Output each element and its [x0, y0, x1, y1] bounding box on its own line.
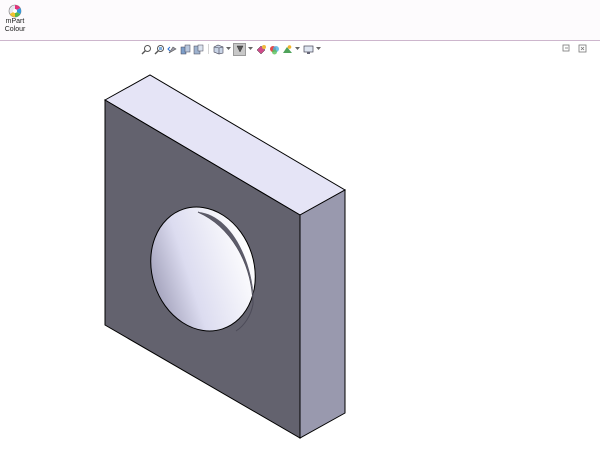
restore-window-icon[interactable]	[562, 44, 571, 53]
hide-show-items-icon[interactable]	[255, 43, 267, 55]
zoom-to-area-icon[interactable]	[153, 43, 165, 55]
mpart-colour-button[interactable]: mPart Colour	[2, 2, 28, 38]
mpart-label-line1: mPart	[5, 18, 25, 25]
dynamic-annotation-views-icon[interactable]	[192, 43, 204, 55]
chevron-down-icon[interactable]	[294, 43, 300, 55]
view-orientation-icon[interactable]	[212, 43, 224, 55]
zoom-to-fit-icon[interactable]	[140, 43, 152, 55]
toolbar-separator	[208, 44, 209, 54]
chevron-down-icon[interactable]	[315, 43, 321, 55]
apply-scene-icon[interactable]	[281, 43, 293, 55]
chevron-down-icon[interactable]	[225, 43, 231, 55]
section-view-icon[interactable]	[179, 43, 191, 55]
graphics-area[interactable]	[0, 58, 600, 463]
previous-view-icon[interactable]	[166, 43, 178, 55]
part-model[interactable]	[0, 58, 600, 463]
block-side-face[interactable]	[299, 189, 346, 439]
color-palette-icon	[8, 4, 22, 18]
command-ribbon: mPart Colour	[0, 0, 600, 41]
mpart-label-line2: Colour	[4, 26, 26, 33]
view-settings-icon[interactable]	[302, 43, 314, 55]
chevron-down-icon[interactable]	[247, 43, 253, 55]
edit-appearance-icon[interactable]	[268, 43, 280, 55]
ribbon-divider	[0, 40, 600, 41]
close-pane-icon[interactable]	[578, 44, 587, 53]
display-style-icon[interactable]	[233, 42, 246, 56]
heads-up-view-toolbar	[140, 42, 323, 56]
window-controls	[562, 44, 588, 53]
